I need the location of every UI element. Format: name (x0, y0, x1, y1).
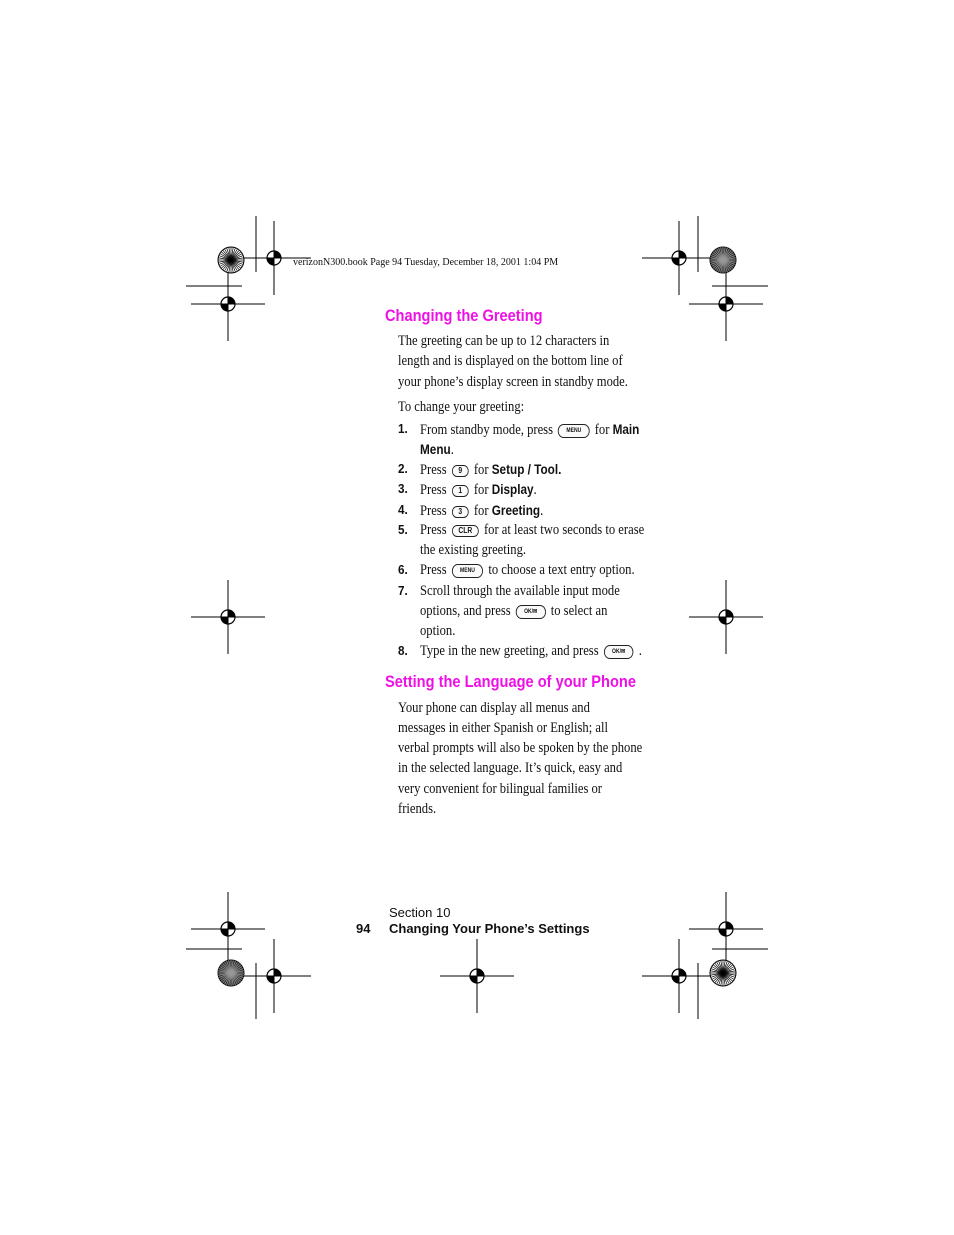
ok-key-icon: OK/✉ (603, 644, 634, 659)
print-header: verizonN300.book Page 94 Tuesday, Decemb… (293, 257, 559, 268)
document-page: verizonN300.book Page 94 Tuesday, Decemb… (0, 0, 954, 1235)
step-text: Press 9 for Setup / Tool. (420, 461, 562, 478)
step-text: the existing greeting. (420, 542, 527, 558)
paragraph-line: length and is displayed on the bottom li… (398, 353, 623, 369)
paragraph-line: verbal prompts will also be spoken by th… (398, 740, 643, 756)
paragraph-line: messages in either Spanish or English; a… (398, 720, 608, 736)
step-text: From standby mode, press MENU for Main (420, 421, 640, 438)
step-text: Press 3 for Greeting. (420, 502, 544, 519)
key-3-icon: 3 (451, 505, 469, 518)
key-1-icon: 1 (451, 484, 469, 497)
step-number: 8. (398, 643, 408, 658)
paragraph-line: in the selected language. It’s quick, ea… (398, 760, 623, 776)
menu-key-icon: MENU (451, 563, 484, 578)
ok-key-icon: OK/✉ (515, 604, 546, 619)
section-heading: Changing the Greeting (385, 306, 543, 325)
step-text: options, and press OK/✉ to select an (420, 603, 608, 619)
step-number: 2. (398, 461, 408, 476)
paragraph-line: very convenient for bilingual families o… (398, 781, 602, 797)
paragraph-line: friends. (398, 801, 437, 817)
step-text: Menu. (420, 441, 454, 458)
step-text: Type in the new greeting, and press OK/✉. (420, 643, 642, 659)
step-text: Press CLR for at least two seconds to eras… (420, 522, 645, 538)
step-text: Scroll through the available input mode (420, 583, 620, 599)
paragraph-line: Your phone can display all menus and (398, 700, 590, 716)
menu-key-icon: MENU (558, 423, 590, 438)
footer-chapter: Changing Your Phone’s Settings (389, 921, 590, 936)
page-number: 94 (356, 921, 371, 936)
step-text: Press MENU to choose a text entry option. (420, 562, 635, 578)
step-number: 5. (398, 522, 408, 537)
paragraph-line: your phone’s display screen in standby m… (398, 374, 628, 390)
step-text: Press 1 for Display. (420, 481, 537, 498)
step-number: 3. (398, 481, 408, 496)
step-text: option. (420, 623, 456, 639)
key-9-icon: 9 (451, 464, 469, 477)
lead-text: To change your greeting: (398, 399, 525, 415)
clr-key-icon: CLR (451, 524, 479, 537)
step-number: 7. (398, 583, 408, 598)
section-heading: Setting the Language of your Phone (385, 672, 636, 691)
footer-section: Section 10 (389, 905, 451, 920)
step-number: 4. (398, 502, 408, 517)
step-number: 6. (398, 562, 408, 577)
step-number: 1. (398, 421, 408, 436)
paragraph-line: The greeting can be up to 12 characters … (398, 333, 610, 349)
